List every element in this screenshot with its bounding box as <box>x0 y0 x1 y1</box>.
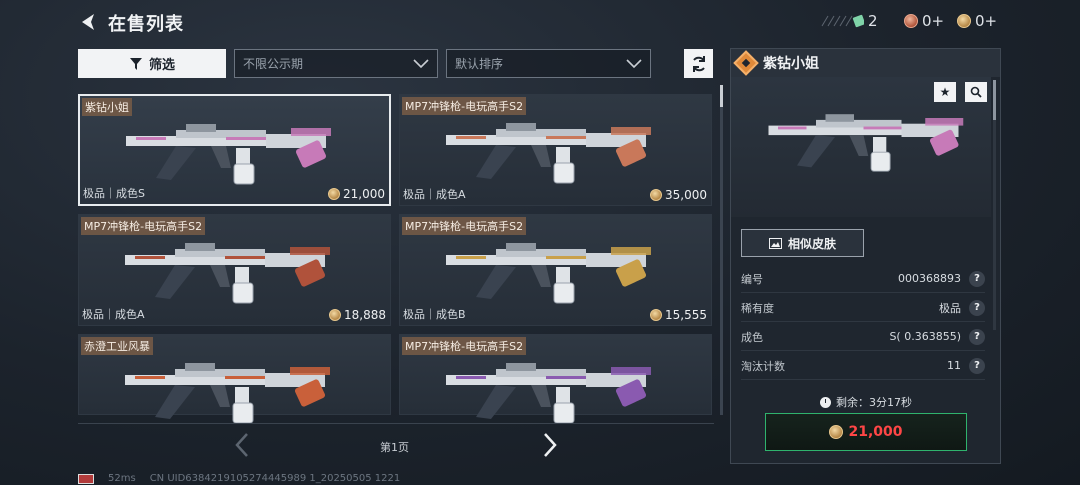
detail-field-label: 淘汰计数 <box>741 359 785 373</box>
listing-card[interactable]: MP7冲锋枪-电玩高手S2 <box>399 334 712 424</box>
help-icon[interactable]: ? <box>969 328 985 345</box>
listing-card[interactable]: 紫钻小姐极品｜成色S 21,000 <box>78 94 391 206</box>
red-coin-icon <box>904 14 918 28</box>
clock-icon <box>820 396 831 408</box>
red-coin-balance: 0+ <box>904 12 944 30</box>
listing-price-value: 21,000 <box>343 187 385 201</box>
zoom-button[interactable] <box>965 82 987 102</box>
listing-price-value: 35,000 <box>665 188 707 202</box>
similar-skins-label: 相似皮肤 <box>787 236 836 251</box>
listing-name: MP7冲锋枪-电玩高手S2 <box>81 217 206 235</box>
uid-text: CN UID6384219105274445989 1_20250505 122… <box>149 473 401 484</box>
region-flag-icon <box>78 473 94 484</box>
detail-field-row: 淘汰计数 11? <box>741 352 985 380</box>
weapon-image <box>446 363 651 424</box>
buy-button[interactable]: 21,000 <box>765 413 967 451</box>
help-icon[interactable]: ? <box>969 357 985 374</box>
weapon-image <box>125 243 330 304</box>
detail-field-row: 成色 S( 0.363855)? <box>741 323 985 351</box>
remaining-time-text: 剩余：3分17秒 <box>836 396 912 409</box>
listing-name: MP7冲锋枪-电玩高手S2 <box>402 217 527 235</box>
weapon-image <box>446 243 651 304</box>
listing-price-value: 15,555 <box>665 308 707 322</box>
gold-coin-count: 0+ <box>975 12 998 30</box>
remaining-time: 剩余：3分17秒 <box>820 394 912 410</box>
gold-coin-icon <box>829 425 844 439</box>
image-icon <box>768 237 782 249</box>
red-coin-count: 0+ <box>922 12 945 30</box>
weapon-image <box>446 123 651 184</box>
listing-grade: 极品｜成色B <box>403 308 466 321</box>
gold-coin-icon <box>329 309 341 321</box>
weapon-image <box>125 363 330 424</box>
ping-value: 52ms <box>108 473 136 484</box>
listing-name: MP7冲锋枪-电玩高手S2 <box>402 97 527 115</box>
page-indicator: 第1页 <box>380 441 409 454</box>
next-page-icon[interactable] <box>540 432 560 458</box>
listing-name: 赤澄工业风暴 <box>81 337 153 355</box>
detail-field-row: 稀有度 极品? <box>741 294 985 322</box>
listing-name: MP7冲锋枪-电玩高手S2 <box>402 337 527 355</box>
similar-skins-button[interactable]: 相似皮肤 <box>741 229 864 257</box>
listing-price: 15,555 <box>650 308 707 322</box>
detail-field-label: 稀有度 <box>741 301 774 315</box>
listing-grade: 极品｜成色A <box>82 308 145 321</box>
detail-field-row: 编号 000368893? <box>741 265 985 293</box>
pager-divider <box>78 423 714 424</box>
listing-price: 18,888 <box>329 308 386 322</box>
search-icon <box>970 86 982 98</box>
favorite-button[interactable]: ★ <box>934 82 956 102</box>
sort-select[interactable]: 默认排序 <box>446 49 651 78</box>
gold-coin-balance: 0+ <box>957 12 997 30</box>
detail-header: 紫钻小姐 <box>731 49 1000 77</box>
listing-card[interactable]: MP7冲锋枪-电玩高手S2 极品｜成色A 18,888 <box>78 214 391 326</box>
gold-coin-icon <box>328 188 340 200</box>
detail-field-label: 编号 <box>741 272 763 286</box>
detail-scroll-thumb[interactable] <box>993 80 996 120</box>
listing-price-value: 18,888 <box>344 308 386 322</box>
listing-price: 21,000 <box>328 187 385 201</box>
buy-price: 21,000 <box>848 424 903 440</box>
filter-button[interactable]: 筛选 <box>78 49 226 78</box>
refresh-button[interactable] <box>684 49 713 78</box>
chevron-down-icon <box>626 58 642 68</box>
listing-card[interactable]: MP7冲锋枪-电玩高手S2 极品｜成色A 35,000 <box>399 94 712 206</box>
detail-field-value: 000368893 <box>898 272 961 285</box>
detail-field-value: S( 0.363855) <box>889 330 961 343</box>
back-arrow-icon[interactable] <box>78 12 98 32</box>
list-scrollbar[interactable] <box>720 85 723 415</box>
help-icon[interactable]: ? <box>969 299 985 316</box>
listing-name: 紫钻小姐 <box>82 98 132 116</box>
period-select[interactable]: 不限公示期 <box>234 49 438 78</box>
listing-grade: 极品｜成色S <box>83 187 145 200</box>
page-title: 在售列表 <box>108 14 184 35</box>
ticket-icon <box>821 14 864 28</box>
listing-card[interactable]: 赤澄工业风暴 <box>78 334 391 424</box>
status-footer: 52ms CN UID6384219105274445989 1_2025050… <box>78 473 400 484</box>
star-icon: ★ <box>939 85 951 99</box>
list-scroll-thumb[interactable] <box>720 85 723 107</box>
ticket-count: 2 <box>868 12 878 30</box>
listing-card[interactable]: MP7冲锋枪-电玩高手S2 极品｜成色B 15,555 <box>399 214 712 326</box>
listing-grade: 极品｜成色A <box>403 188 466 201</box>
chevron-down-icon <box>413 58 429 68</box>
filter-label: 筛选 <box>148 58 175 73</box>
detail-field-value: 极品 <box>939 301 961 315</box>
detail-field-value: 11 <box>947 359 961 372</box>
purple-diamond-icon <box>733 50 759 76</box>
sort-select-value: 默认排序 <box>455 57 504 71</box>
help-icon[interactable]: ? <box>969 270 985 287</box>
detail-field-label: 成色 <box>741 330 763 344</box>
weapon-image <box>126 124 331 185</box>
prev-page-icon[interactable] <box>232 432 252 458</box>
gold-coin-icon <box>650 189 662 201</box>
ticket-balance: 2 <box>820 12 878 30</box>
refresh-icon <box>692 55 705 72</box>
gold-coin-icon <box>650 309 662 321</box>
filter-icon <box>129 57 142 70</box>
gold-coin-icon <box>957 14 971 28</box>
detail-title: 紫钻小姐 <box>763 56 819 72</box>
listing-price: 35,000 <box>650 188 707 202</box>
period-select-value: 不限公示期 <box>243 57 304 71</box>
